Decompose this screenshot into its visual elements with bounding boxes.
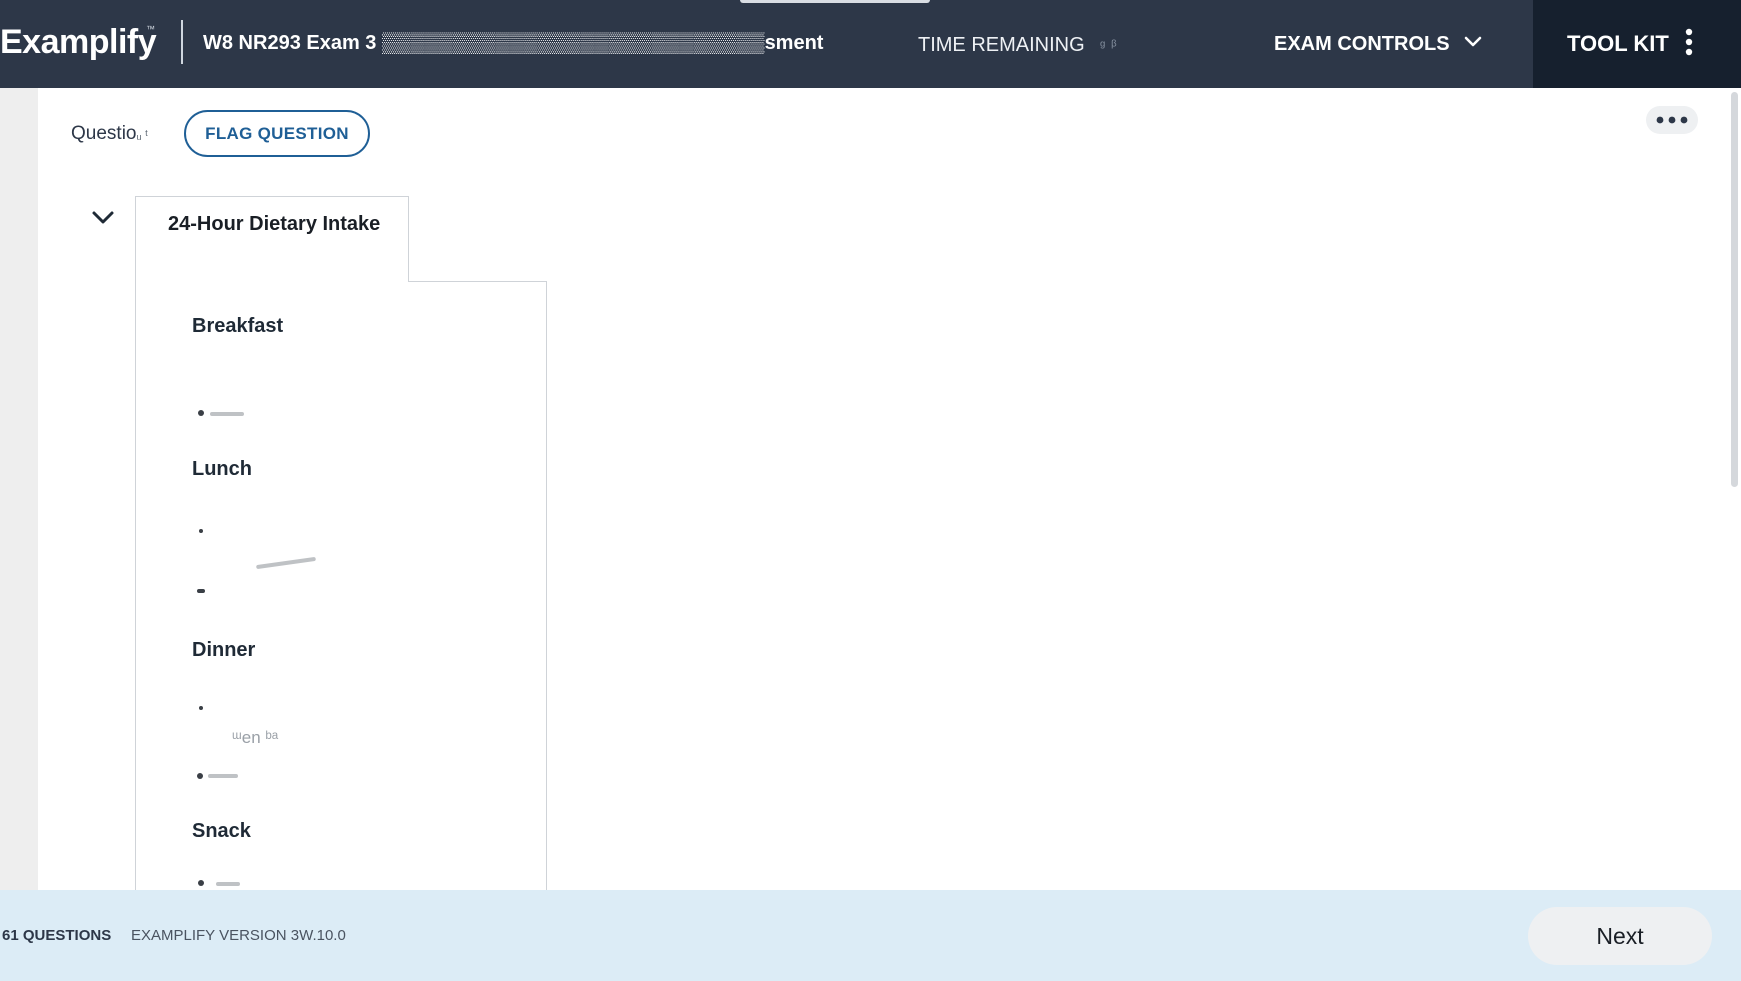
more-options-button[interactable] <box>1646 106 1698 134</box>
trademark-mark: ™ <box>146 24 155 34</box>
horizontal-ellipsis-icon <box>1655 111 1689 129</box>
app-version: EXAMPLIFY VERSION 3W.10.0 <box>131 927 346 944</box>
question-label-text: Questio <box>71 123 137 144</box>
top-bar: Examplify ™ W8 NR293 Exam 3 ▒▒▒▒▒▒▒▒▒▒▒▒… <box>0 0 1741 88</box>
question-number-label: Questioᵤ ᵗ <box>71 122 148 147</box>
list-item-obscured-text: ᵚen ᵇᵃ <box>232 728 279 747</box>
meal-heading-breakfast: Breakfast <box>192 315 284 337</box>
exhibit-panel: Breakfast Lunch Dinner ᵚen ᵇᵃ Snack <box>135 281 547 901</box>
exam-controls-button[interactable]: EXAM CONTROLS <box>1274 26 1482 62</box>
next-button[interactable]: Next <box>1528 907 1712 965</box>
list-item <box>199 706 203 710</box>
footer-bar: 61 QUESTIONS EXAMPLIFY VERSION 3W.10.0 N… <box>0 890 1741 981</box>
list-item-obscured <box>216 882 240 886</box>
exhibit-collapse-toggle[interactable] <box>90 206 116 230</box>
meal-heading-lunch: Lunch <box>192 458 252 480</box>
list-item-obscured <box>256 556 316 570</box>
page-scrollbar[interactable] <box>1731 92 1738 487</box>
exam-app: Examplify ™ W8 NR293 Exam 3 ▒▒▒▒▒▒▒▒▒▒▒▒… <box>0 0 1741 981</box>
flag-question-button[interactable]: FLAG QUESTION <box>184 110 370 157</box>
left-navigation-strip <box>0 88 38 890</box>
list-item <box>199 529 203 533</box>
header-divider <box>181 20 183 64</box>
meal-heading-dinner: Dinner <box>192 639 256 661</box>
list-item-obscured <box>208 774 238 778</box>
vertical-ellipsis-icon <box>1685 28 1693 61</box>
exam-controls-label: EXAM CONTROLS <box>1274 32 1450 55</box>
list-item <box>197 589 205 593</box>
exhibit-tab-label: 24-Hour Dietary Intake <box>168 213 381 235</box>
time-remaining-label: TIME REMAINING <box>918 34 1085 56</box>
meal-heading-snack: Snack <box>192 820 251 842</box>
list-item <box>198 410 204 416</box>
question-count: 61 QUESTIONS <box>2 927 112 944</box>
chevron-down-icon <box>1464 35 1482 53</box>
examplify-logo: Examplify <box>0 23 157 61</box>
time-remaining-value: ᵍ ᵝ <box>1100 37 1118 53</box>
toolkit-label: TOOL KIT <box>1567 31 1669 56</box>
exhibit-tab-dietary-intake[interactable]: 24-Hour Dietary Intake <box>135 196 409 282</box>
list-item-obscured <box>210 412 244 416</box>
exam-title: W8 NR293 Exam 3 ▒▒▒▒▒▒▒▒▒▒▒▒▒▒▒▒▒▒▒▒▒▒▒▒… <box>203 32 824 54</box>
question-number-obscured: ᵤ ᵗ <box>136 127 148 142</box>
toolkit-button[interactable]: TOOL KIT <box>1533 0 1741 88</box>
list-item <box>197 773 203 779</box>
window-notch <box>740 0 930 3</box>
list-item <box>198 880 204 886</box>
chevron-down-icon <box>90 211 116 234</box>
